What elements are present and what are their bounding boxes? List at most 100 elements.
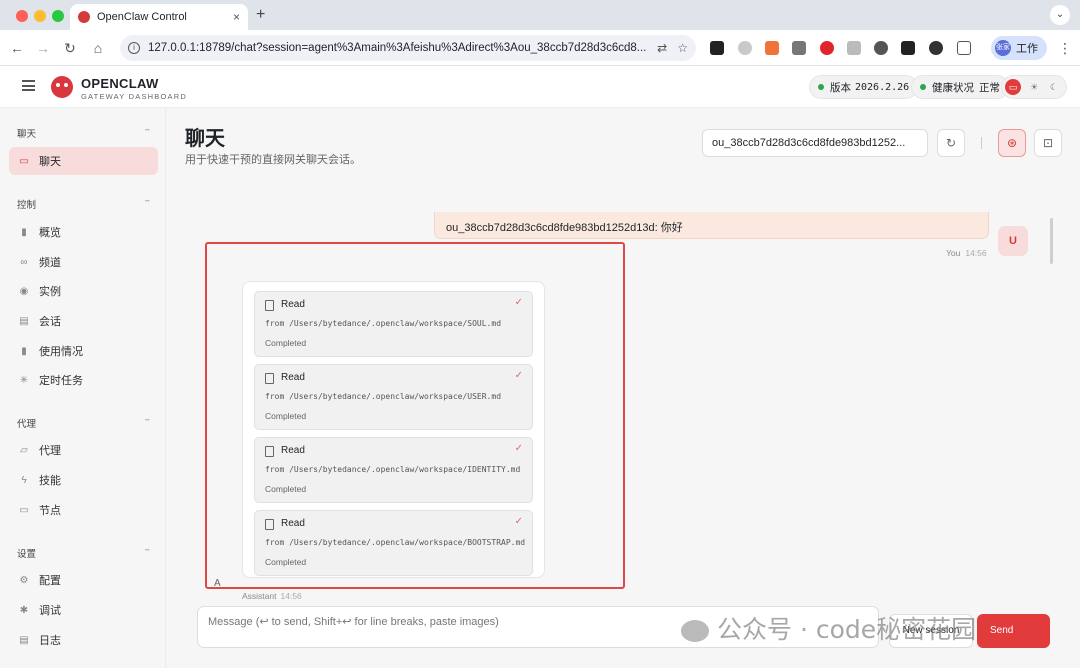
close-window-button[interactable] xyxy=(16,10,28,22)
message-time: 14:56 xyxy=(280,591,302,601)
browser-tab[interactable]: OpenClaw Control × xyxy=(70,4,248,30)
sidebar-item-agents[interactable]: ▱ 代理 xyxy=(9,436,158,464)
new-tab-button[interactable]: + xyxy=(256,6,265,24)
page-subtitle: 用于快速干预的直接网关聊天会话。 xyxy=(185,154,361,166)
extension-icon[interactable] xyxy=(765,41,779,55)
watermark: 公众号 · code秘密花园 xyxy=(681,610,976,646)
collapse-icon[interactable]: − xyxy=(144,415,150,426)
hamburger-menu-icon[interactable] xyxy=(22,80,35,91)
minimize-window-button[interactable] xyxy=(34,10,46,22)
sidebar-item-sessions[interactable]: ▤ 会话 xyxy=(9,307,158,335)
sidebar-item-usage[interactable]: ▮ 使用情况 xyxy=(9,337,158,365)
tab-search-chevron-icon[interactable]: ⌄ xyxy=(1050,5,1070,25)
sidebar-item-nodes[interactable]: ▭ 节点 xyxy=(9,496,158,524)
sidebar-item-config[interactable]: ⚙ 配置 xyxy=(9,566,158,594)
sidebar-item-chat[interactable]: ▭ 聊天 xyxy=(9,147,158,175)
divider xyxy=(981,137,982,149)
extension-icon[interactable] xyxy=(792,41,806,55)
extension-icon[interactable] xyxy=(929,41,943,55)
collapse-icon[interactable]: − xyxy=(144,196,150,207)
sidebar-item-label: 使用情况 xyxy=(39,346,83,358)
more-menu-icon[interactable]: ⋮ xyxy=(1058,40,1072,57)
sidebar-item-logs[interactable]: ▤ 日志 xyxy=(9,626,158,654)
dark-theme-moon-icon[interactable]: ☾ xyxy=(1046,79,1062,95)
openclaw-favicon-icon xyxy=(78,11,90,23)
profile-name: 工作 xyxy=(1016,43,1038,55)
back-arrow-icon[interactable]: ← xyxy=(8,39,26,57)
address-bar[interactable]: i 127.0.0.1:18789/chat?session=agent%3Am… xyxy=(120,35,696,61)
chat-scrollbar[interactable] xyxy=(1050,218,1053,264)
sidebar-item-overview[interactable]: ▮ 概览 xyxy=(9,218,158,246)
sidebar-section-chat[interactable]: 聊天 − xyxy=(17,125,150,140)
user-message-meta: You 14:56 xyxy=(946,248,987,258)
status-dot-icon xyxy=(818,84,824,90)
sidebar-item-label: 实例 xyxy=(39,286,61,298)
sidebar-item-label: 技能 xyxy=(39,475,61,487)
brand-subtitle: GATEWAY DASHBOARD xyxy=(81,92,187,101)
forward-arrow-icon[interactable]: → xyxy=(34,39,52,57)
extension-icon[interactable] xyxy=(901,41,915,55)
site-info-icon[interactable]: i xyxy=(128,42,140,54)
light-theme-sun-icon[interactable]: ☀ xyxy=(1026,79,1042,95)
browser-toolbar: ← → ↻ ⌂ i 127.0.0.1:18789/chat?session=a… xyxy=(0,30,1080,66)
sidebar-item-label: 概览 xyxy=(39,227,61,239)
sidebar-section-settings[interactable]: 设置 − xyxy=(17,545,150,560)
app-topbar: OPENCLAW GATEWAY DASHBOARD 版本 2026.2.26 … xyxy=(0,66,1080,108)
sidebar-item-label: 会话 xyxy=(39,316,61,328)
health-value: 正常 xyxy=(979,81,1000,94)
gear-icon: ⚙ xyxy=(19,574,29,586)
openclaw-logo-icon xyxy=(51,76,73,98)
zoom-window-button[interactable] xyxy=(52,10,64,22)
extensions-puzzle-icon[interactable] xyxy=(957,41,971,55)
sidebar-item-debug[interactable]: ✱ 调试 xyxy=(9,596,158,624)
extension-icon[interactable] xyxy=(874,41,888,55)
extension-icon[interactable] xyxy=(710,41,724,55)
health-pill: 健康状况 正常 xyxy=(911,75,1009,99)
link-icon: ∞ xyxy=(20,256,28,268)
extension-icon[interactable] xyxy=(820,41,834,55)
send-button[interactable]: Send xyxy=(977,614,1050,648)
sidebar-section-agents[interactable]: 代理 − xyxy=(17,415,150,430)
sidebar-item-cron-jobs[interactable]: ✳ 定时任务 xyxy=(9,366,158,394)
openclaw-app: OPENCLAW GATEWAY DASHBOARD 版本 2026.2.26 … xyxy=(0,66,1080,668)
focus-mode-icon[interactable]: ⊡ xyxy=(1034,129,1062,157)
radio-icon: ◉ xyxy=(19,285,29,297)
reload-icon[interactable]: ↻ xyxy=(61,39,79,57)
system-theme-monitor-icon[interactable]: ▭ xyxy=(1005,79,1021,95)
sidebar-item-label: 节点 xyxy=(39,505,61,517)
sidebar-item-channels[interactable]: ∞ 频道 xyxy=(9,248,158,276)
translate-icon[interactable]: ⇄ xyxy=(657,41,667,55)
section-title: 代理 xyxy=(17,419,37,430)
version-value: 2026.2.26 xyxy=(855,81,910,93)
health-label: 健康状况 xyxy=(932,81,974,94)
brain-thinking-toggle-icon[interactable]: ⊛ xyxy=(998,129,1026,157)
brand: OPENCLAW GATEWAY DASHBOARD xyxy=(81,76,187,101)
section-title: 聊天 xyxy=(17,129,37,140)
session-select[interactable]: ou_38ccb7d28d3c6cd8fde983bd1252... xyxy=(702,129,928,157)
sidebar-item-instances[interactable]: ◉ 实例 xyxy=(9,277,158,305)
home-icon[interactable]: ⌂ xyxy=(89,39,107,57)
message-sender: Assistant xyxy=(242,591,277,601)
url-text[interactable]: 127.0.0.1:18789/chat?session=agent%3Amai… xyxy=(148,42,647,54)
message-time: 14:56 xyxy=(965,248,987,258)
profile-chip[interactable]: 张家 工作 xyxy=(991,36,1047,60)
collapse-icon[interactable]: − xyxy=(144,125,150,136)
close-tab-icon[interactable]: × xyxy=(233,10,240,24)
theme-switcher: ▭ ☀ ☾ xyxy=(1001,75,1067,99)
sidebar-item-label: 日志 xyxy=(39,635,61,647)
user-message-bubble: ou_38ccb7d28d3c6cd8fde983bd1252d13d: 你好 xyxy=(434,212,989,239)
tab-title: OpenClaw Control xyxy=(97,11,187,23)
browser-tab-strip: OpenClaw Control × + ⌄ xyxy=(0,0,1080,30)
sidebar-item-label: 调试 xyxy=(39,605,61,617)
folder-icon: ▱ xyxy=(20,444,28,456)
refresh-icon[interactable]: ↻ xyxy=(937,129,965,157)
extension-icon[interactable] xyxy=(847,41,861,55)
collapse-icon[interactable]: − xyxy=(144,545,150,556)
bookmark-star-icon[interactable]: ☆ xyxy=(677,41,688,55)
red-highlight-annotation xyxy=(205,242,625,589)
sidebar-item-skills[interactable]: ϟ 技能 xyxy=(9,466,158,494)
sidebar-section-control[interactable]: 控制 − xyxy=(17,196,150,211)
watermark-text: 公众号 · code秘密花园 xyxy=(717,615,977,644)
sidebar-item-label: 聊天 xyxy=(39,156,61,168)
extension-icon[interactable] xyxy=(738,41,752,55)
